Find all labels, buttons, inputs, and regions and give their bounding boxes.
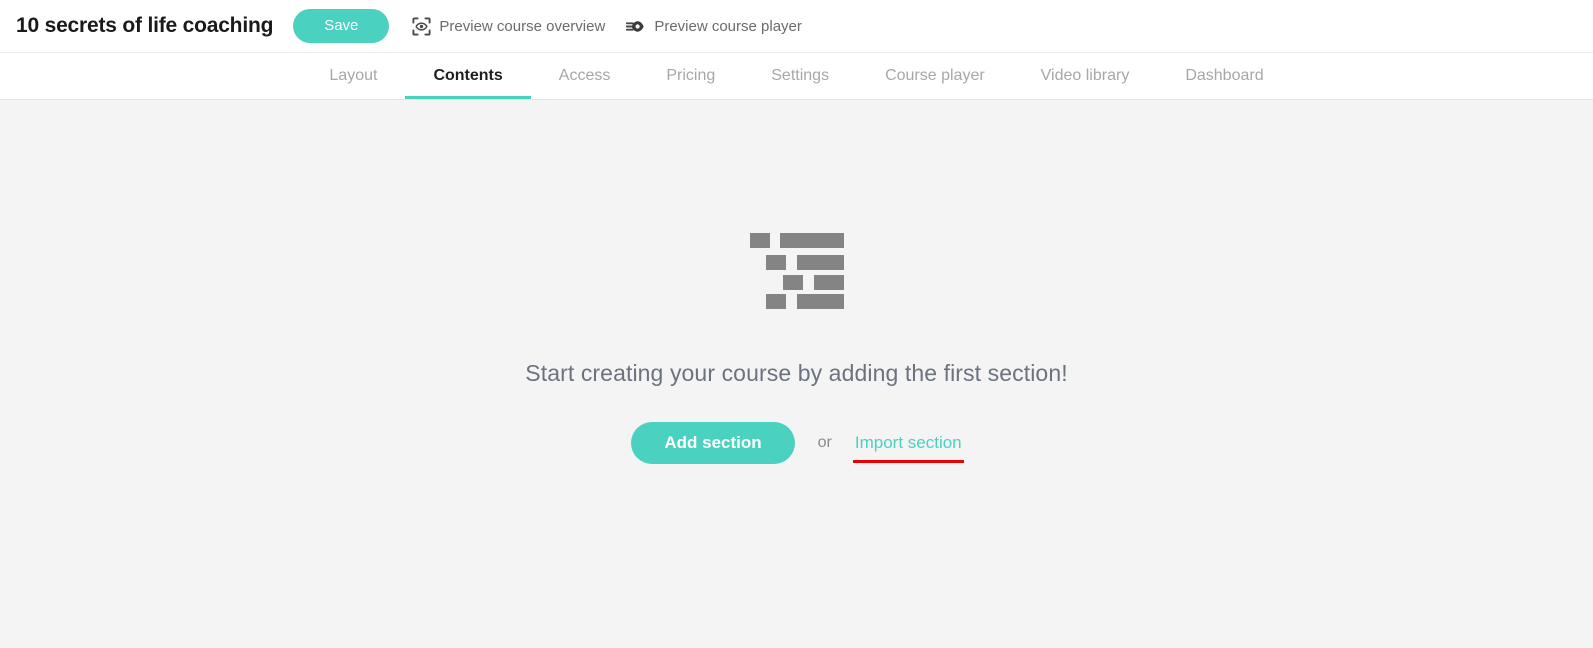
add-section-button[interactable]: Add section [631, 422, 795, 464]
tab-access[interactable]: Access [531, 53, 639, 99]
course-editor-app: 10 secrets of life coaching Save Preview… [0, 0, 1593, 648]
preview-course-player-label: Preview course player [654, 17, 802, 35]
tab-dashboard[interactable]: Dashboard [1157, 53, 1291, 99]
red-annotation-underline [852, 460, 964, 463]
tab-settings[interactable]: Settings [743, 53, 857, 99]
preview-course-overview-button[interactable]: Preview course overview [412, 16, 606, 36]
preview-course-player-button[interactable]: Preview course player [626, 18, 802, 35]
tab-layout[interactable]: Layout [301, 53, 405, 99]
tab-contents[interactable]: Contents [405, 53, 532, 99]
empty-state-headline: Start creating your course by adding the… [525, 360, 1068, 386]
contents-panel: Start creating your course by adding the… [0, 100, 1593, 648]
preview-course-overview-label: Preview course overview [439, 17, 606, 35]
empty-state-actions: Add section or Import section [631, 422, 964, 464]
eye-in-frame-icon [412, 16, 431, 36]
tab-pricing[interactable]: Pricing [638, 53, 743, 99]
save-button[interactable]: Save [293, 9, 390, 43]
tab-video-library[interactable]: Video library [1013, 53, 1158, 99]
outline-list-placeholder-icon [749, 231, 844, 309]
import-section-wrapper: Import section [852, 433, 964, 463]
page-title: 10 secrets of life coaching [16, 14, 274, 37]
top-bar: 10 secrets of life coaching Save Preview… [0, 0, 1593, 53]
eye-with-motion-lines-icon [626, 18, 646, 35]
course-tab-bar: Layout Contents Access Pricing Settings … [0, 53, 1593, 100]
or-separator-label: or [817, 434, 832, 451]
import-section-link[interactable]: Import section [855, 433, 962, 453]
tab-course-player[interactable]: Course player [857, 53, 1013, 99]
empty-state: Start creating your course by adding the… [0, 231, 1593, 464]
